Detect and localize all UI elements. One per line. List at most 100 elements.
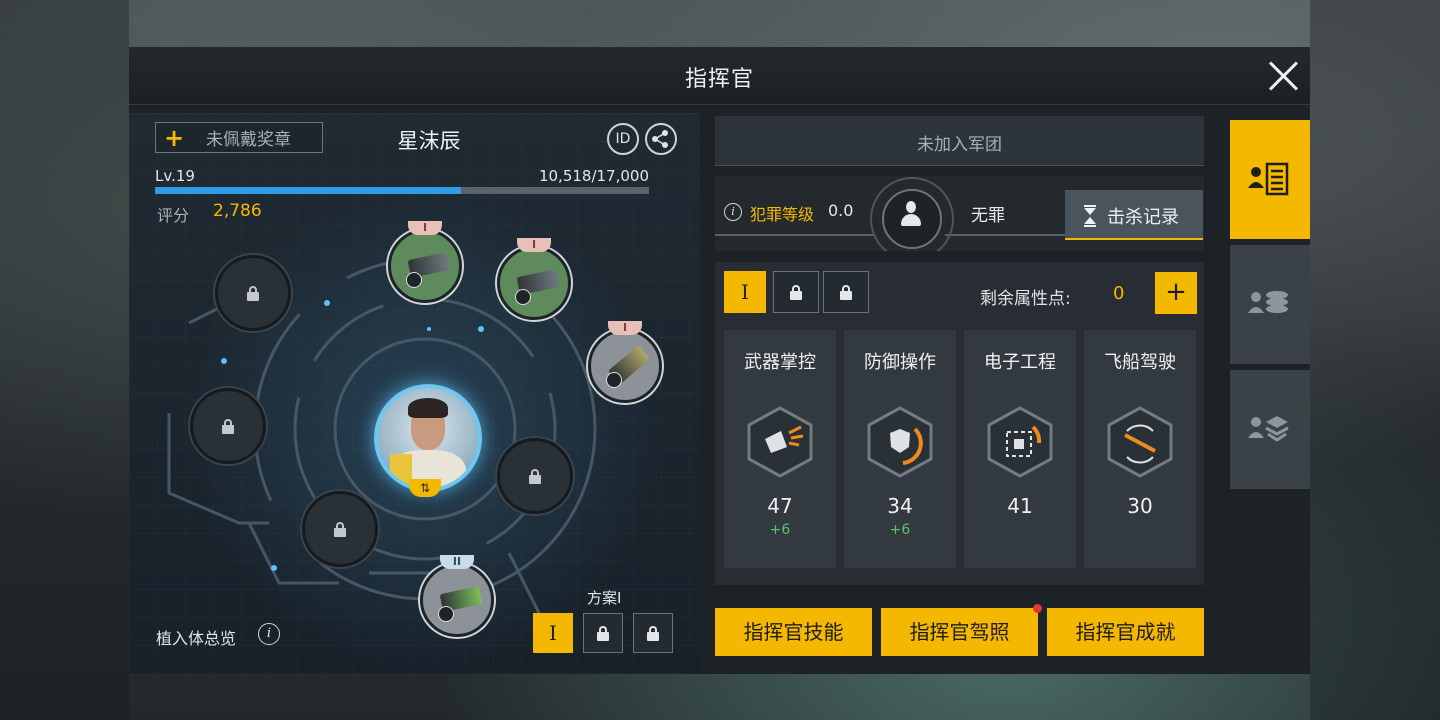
attribute-value: 34	[887, 494, 913, 518]
lock-icon	[597, 626, 609, 641]
add-points-button[interactable]: +	[1155, 272, 1197, 314]
background-right	[1310, 0, 1440, 720]
tier-badge: I	[517, 238, 551, 252]
kill-record-label: 击杀记录	[1107, 207, 1179, 228]
attr-tier-button-3[interactable]	[823, 271, 869, 313]
attr-tier-button-1[interactable]: I	[724, 271, 766, 313]
remaining-points-label: 剩余属性点:	[980, 289, 1071, 309]
tab-profile[interactable]	[1230, 120, 1310, 239]
swap-avatar-icon[interactable]: ⇅	[409, 479, 441, 497]
attribute-weapon[interactable]: 武器掌控 47 +6	[724, 330, 836, 568]
attribute-bonus: +6	[769, 522, 791, 538]
xp-bar	[155, 187, 649, 194]
divider	[715, 234, 875, 236]
implant-slot-8[interactable]: II	[420, 555, 494, 637]
lock-icon	[222, 419, 234, 434]
tier-badge: I	[608, 321, 642, 335]
lock-icon	[529, 469, 541, 484]
plan-button-1[interactable]: I	[533, 613, 573, 653]
attribute-electronics[interactable]: 电子工程 41	[964, 330, 1076, 568]
attribute-value: 41	[1007, 494, 1033, 518]
avatar-hair	[408, 398, 448, 418]
plus-icon: +	[164, 123, 185, 152]
xp-bar-fill	[155, 187, 461, 194]
attribute-value: 30	[1127, 494, 1153, 518]
crime-panel: i 犯罪等级 0.0 无罪 击杀记录	[715, 176, 1204, 251]
hourglass-icon	[1084, 205, 1096, 227]
xp-text: 10,518/17,000	[538, 167, 649, 185]
tab-layers[interactable]	[1230, 370, 1310, 489]
commander-panel: 指挥官 + 未佩戴奖章 星沫辰 ID Lv.19 10,518/17,000 评…	[129, 47, 1310, 674]
id-button[interactable]: ID	[607, 123, 639, 155]
commander-license-button[interactable]: 指挥官驾照	[881, 604, 1042, 656]
shield-icon	[867, 406, 933, 478]
panel-title: 指挥官	[684, 67, 754, 92]
implant-type-icon	[406, 272, 422, 288]
notification-dot	[1033, 604, 1042, 613]
attribute-defense[interactable]: 防御操作 34 +6	[844, 330, 956, 568]
share-button[interactable]	[645, 123, 677, 155]
score-value: 2,786	[213, 201, 262, 221]
lock-icon	[840, 285, 852, 300]
commander-skills-button[interactable]: 指挥官技能	[715, 608, 872, 656]
implant-slot-3[interactable]: I	[588, 321, 662, 403]
crime-status: 无罪	[971, 206, 1005, 226]
implant-overview-label: 植入体总览	[156, 629, 237, 648]
legion-bar[interactable]: 未加入军团	[715, 116, 1204, 166]
attribute-name: 武器掌控	[744, 352, 816, 373]
attribute-name: 飞船驾驶	[1104, 352, 1176, 373]
user-icon	[900, 201, 922, 227]
score-label: 评分	[157, 206, 190, 225]
info-icon[interactable]: i	[258, 623, 280, 645]
commander-name: 星沫辰	[397, 129, 461, 153]
plan-button-2[interactable]	[583, 613, 623, 653]
implant-slot-2[interactable]: I	[497, 238, 571, 320]
attribute-panel: I 剩余属性点: 0 + 武器掌控 47 +6 防御操作 34 +6 电子工程 …	[715, 262, 1204, 585]
medal-button[interactable]: + 未佩戴奖章	[155, 122, 323, 153]
medal-label: 未佩戴奖章	[206, 130, 291, 150]
commander-avatar[interactable]	[374, 384, 482, 492]
close-icon[interactable]	[1266, 59, 1300, 93]
implant-type-icon	[606, 372, 622, 388]
background-left	[0, 0, 129, 720]
attribute-value: 47	[767, 494, 793, 518]
chip-icon	[987, 406, 1053, 478]
attribute-name: 防御操作	[864, 352, 936, 373]
lock-icon	[334, 522, 346, 537]
tier-badge: I	[408, 221, 442, 235]
kill-record-button[interactable]: 击杀记录	[1065, 190, 1203, 240]
plan-label: 方案I	[587, 589, 622, 607]
weapon-icon	[747, 406, 813, 478]
ship-icon	[1107, 406, 1173, 478]
implant-slot-1[interactable]: I	[388, 221, 462, 303]
user-coins-icon	[1248, 291, 1288, 313]
implant-type-icon	[515, 289, 531, 305]
user-layers-icon	[1248, 416, 1289, 442]
implant-slot-locked-2[interactable]	[190, 388, 266, 464]
license-label: 指挥官驾照	[909, 620, 1010, 644]
commander-achievements-button[interactable]: 指挥官成就	[1047, 608, 1204, 656]
attribute-name: 电子工程	[984, 352, 1056, 373]
lock-icon	[647, 626, 659, 641]
plan-button-3[interactable]	[633, 613, 673, 653]
implant-type-icon	[438, 606, 454, 622]
tab-assets[interactable]	[1230, 245, 1310, 364]
share-icon	[652, 130, 668, 148]
implant-slot-locked-3[interactable]	[497, 438, 573, 514]
implant-slot-locked-4[interactable]	[302, 491, 378, 567]
attribute-bonus: +6	[889, 522, 911, 538]
lock-icon	[247, 286, 259, 301]
attr-tier-button-2[interactable]	[773, 271, 819, 313]
legion-label: 未加入军团	[917, 135, 1002, 155]
level-label: Lv.19	[155, 167, 195, 185]
remaining-points-value: 0	[1113, 283, 1125, 304]
divider	[945, 234, 1065, 236]
lock-icon	[790, 285, 802, 300]
info-icon[interactable]: i	[724, 203, 742, 221]
attribute-piloting[interactable]: 飞船驾驶 30	[1084, 330, 1196, 568]
crime-level-label: 犯罪等级	[750, 205, 815, 224]
tier-badge: II	[440, 555, 474, 569]
implant-slot-locked-1[interactable]	[215, 255, 291, 331]
profile-list-icon	[1248, 162, 1289, 196]
implant-area: + 未佩戴奖章 星沫辰 ID Lv.19 10,518/17,000 评分 2,…	[129, 113, 700, 674]
